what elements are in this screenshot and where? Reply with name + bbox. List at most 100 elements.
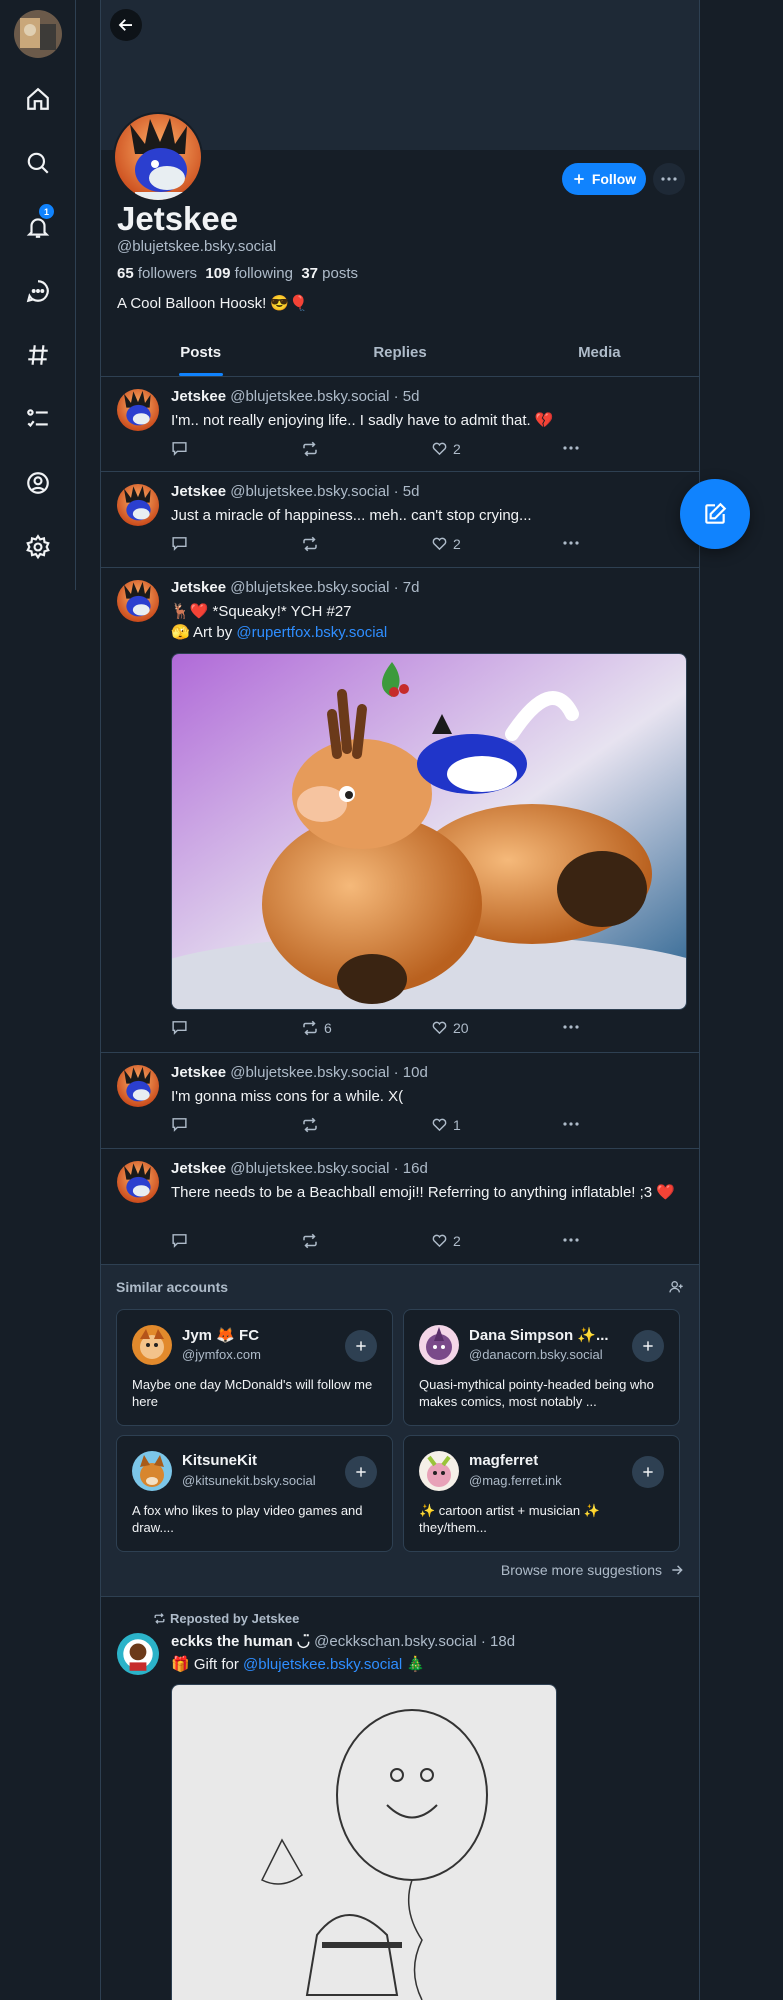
post-author-avatar[interactable] xyxy=(117,1161,159,1203)
reply-button[interactable] xyxy=(171,1116,188,1133)
follow-suggested-button[interactable] xyxy=(632,1330,664,1362)
post-image[interactable] xyxy=(171,653,687,1010)
repost-button[interactable] xyxy=(301,1116,319,1134)
suggested-account-name: Jym 🦊 FC xyxy=(182,1327,260,1344)
home-icon[interactable] xyxy=(21,82,55,116)
follow-label: Follow xyxy=(591,171,637,187)
post-item[interactable]: Jetskee @blujetskee.bsky.social · 16d Th… xyxy=(101,1149,699,1265)
repost-count: 6 xyxy=(324,1020,332,1036)
post-author-handle[interactable]: @blujetskee.bsky.social xyxy=(230,1064,389,1081)
post-author-avatar[interactable] xyxy=(117,580,159,622)
post-item[interactable]: Jetskee @blujetskee.bsky.social · 7d 🦌❤️… xyxy=(101,568,699,1053)
ellipsis-icon xyxy=(563,1122,579,1126)
post-item[interactable]: Jetskee @blujetskee.bsky.social · 5d I'm… xyxy=(101,377,699,472)
list-icon[interactable] xyxy=(21,402,55,436)
post-more-button[interactable] xyxy=(563,1238,579,1242)
suggested-account-name: KitsuneKit xyxy=(182,1452,257,1469)
comment-icon xyxy=(172,1118,187,1132)
post-item[interactable]: Jetskee @blujetskee.bsky.social · 10d I'… xyxy=(101,1053,699,1149)
post-author-handle[interactable]: @blujetskee.bsky.social xyxy=(230,483,389,500)
post-actions: 2 xyxy=(171,535,579,555)
like-button[interactable]: 20 xyxy=(431,1019,469,1036)
post-author-name[interactable]: eckks the human ◡̈ xyxy=(171,1633,310,1650)
post-more-button[interactable] xyxy=(563,1025,579,1029)
hashtag-icon[interactable] xyxy=(21,338,55,372)
follow-suggested-button[interactable] xyxy=(345,1456,377,1488)
post-time[interactable]: · 7d xyxy=(394,579,420,596)
suggested-account-handle: @mag.ferret.ink xyxy=(469,1473,562,1488)
suggested-account-card[interactable]: Dana Simpson ✨... @danacorn.bsky.social … xyxy=(403,1309,680,1426)
reply-button[interactable] xyxy=(171,440,188,457)
reposted-post-item[interactable]: Reposted by Jetskee eckks the human ◡̈ @… xyxy=(101,1597,699,2000)
suggested-account-avatar xyxy=(419,1325,459,1365)
repost-button[interactable] xyxy=(301,1232,319,1250)
post-author-avatar[interactable] xyxy=(117,1065,159,1107)
profile-more-button[interactable] xyxy=(653,163,685,195)
reply-button[interactable] xyxy=(171,1232,188,1249)
following-stat[interactable]: 109 following xyxy=(205,265,293,282)
profile-avatar[interactable] xyxy=(113,112,203,202)
tab-replies[interactable]: Replies xyxy=(300,333,499,376)
browse-more-suggestions-link[interactable]: Browse more suggestions xyxy=(501,1562,684,1578)
current-user-avatar[interactable] xyxy=(14,10,62,58)
reply-button[interactable] xyxy=(171,535,188,552)
post-time[interactable]: · 16d xyxy=(394,1160,428,1177)
post-author-avatar[interactable] xyxy=(117,1633,159,1675)
post-author-name[interactable]: Jetskee xyxy=(171,388,226,405)
left-navigation: 1 xyxy=(0,0,76,590)
post-author-name[interactable]: Jetskee xyxy=(171,483,226,500)
post-item[interactable]: Jetskee @blujetskee.bsky.social · 5d Jus… xyxy=(101,472,699,568)
suggested-account-card[interactable]: KitsuneKit @kitsunekit.bsky.social A fox… xyxy=(116,1435,393,1552)
post-author-avatar[interactable] xyxy=(117,484,159,526)
post-time[interactable]: · 5d xyxy=(394,483,420,500)
like-button[interactable]: 2 xyxy=(431,535,461,552)
repost-button[interactable]: 6 xyxy=(301,1019,332,1037)
repost-button[interactable] xyxy=(301,440,319,458)
post-author-handle[interactable]: @blujetskee.bsky.social xyxy=(230,1160,389,1177)
post-more-button[interactable] xyxy=(563,446,579,450)
post-author-handle[interactable]: @eckkschan.bsky.social xyxy=(314,1633,477,1650)
tab-media[interactable]: Media xyxy=(500,333,699,376)
post-time[interactable]: · 5d xyxy=(394,388,420,405)
ellipsis-icon xyxy=(563,1025,579,1029)
post-author-handle[interactable]: @blujetskee.bsky.social xyxy=(230,388,389,405)
heart-icon xyxy=(432,1234,447,1248)
follow-suggested-button[interactable] xyxy=(345,1330,377,1362)
mention-link[interactable]: @blujetskee.bsky.social xyxy=(243,1656,402,1673)
tab-posts[interactable]: Posts xyxy=(101,333,300,376)
post-author-name[interactable]: Jetskee xyxy=(171,1160,226,1177)
profile-icon[interactable] xyxy=(21,466,55,500)
back-button[interactable] xyxy=(110,9,142,41)
follow-suggested-button[interactable] xyxy=(632,1456,664,1488)
post-author-avatar[interactable] xyxy=(117,389,159,431)
reply-button[interactable] xyxy=(171,1019,188,1036)
suggested-account-card[interactable]: magferret @mag.ferret.ink ✨ cartoon arti… xyxy=(403,1435,680,1552)
suggested-account-handle: @jymfox.com xyxy=(182,1347,261,1362)
post-author-name[interactable]: Jetskee xyxy=(171,579,226,596)
post-time[interactable]: · 18d xyxy=(481,1633,515,1650)
like-button[interactable]: 1 xyxy=(431,1116,461,1133)
suggested-account-name: Dana Simpson ✨... xyxy=(469,1327,609,1344)
like-button[interactable]: 2 xyxy=(431,440,461,457)
post-image[interactable] xyxy=(171,1684,557,2000)
gear-icon[interactable] xyxy=(21,530,55,564)
reposted-by-label[interactable]: Reposted by Jetskee xyxy=(153,1611,299,1626)
like-button[interactable]: 2 xyxy=(431,1232,461,1249)
post-more-button[interactable] xyxy=(563,1122,579,1126)
followers-stat[interactable]: 65 followers xyxy=(117,265,197,282)
chat-icon[interactable] xyxy=(21,274,55,308)
follow-button[interactable]: Follow xyxy=(562,163,646,195)
notifications-bell-icon[interactable]: 1 xyxy=(21,204,55,244)
repost-button[interactable] xyxy=(301,535,319,553)
post-author-name[interactable]: Jetskee xyxy=(171,1064,226,1081)
post-author-handle[interactable]: @blujetskee.bsky.social xyxy=(230,579,389,596)
post-time[interactable]: · 10d xyxy=(394,1064,428,1081)
post-actions: 6 20 xyxy=(171,1019,579,1039)
comment-icon xyxy=(172,1021,187,1035)
search-icon[interactable] xyxy=(21,146,55,180)
person-add-icon[interactable] xyxy=(668,1279,684,1300)
compose-post-button[interactable] xyxy=(680,479,750,549)
mention-link[interactable]: @rupertfox.bsky.social xyxy=(236,624,387,641)
suggested-account-card[interactable]: Jym 🦊 FC @jymfox.com Maybe one day McDon… xyxy=(116,1309,393,1426)
post-more-button[interactable] xyxy=(563,541,579,545)
